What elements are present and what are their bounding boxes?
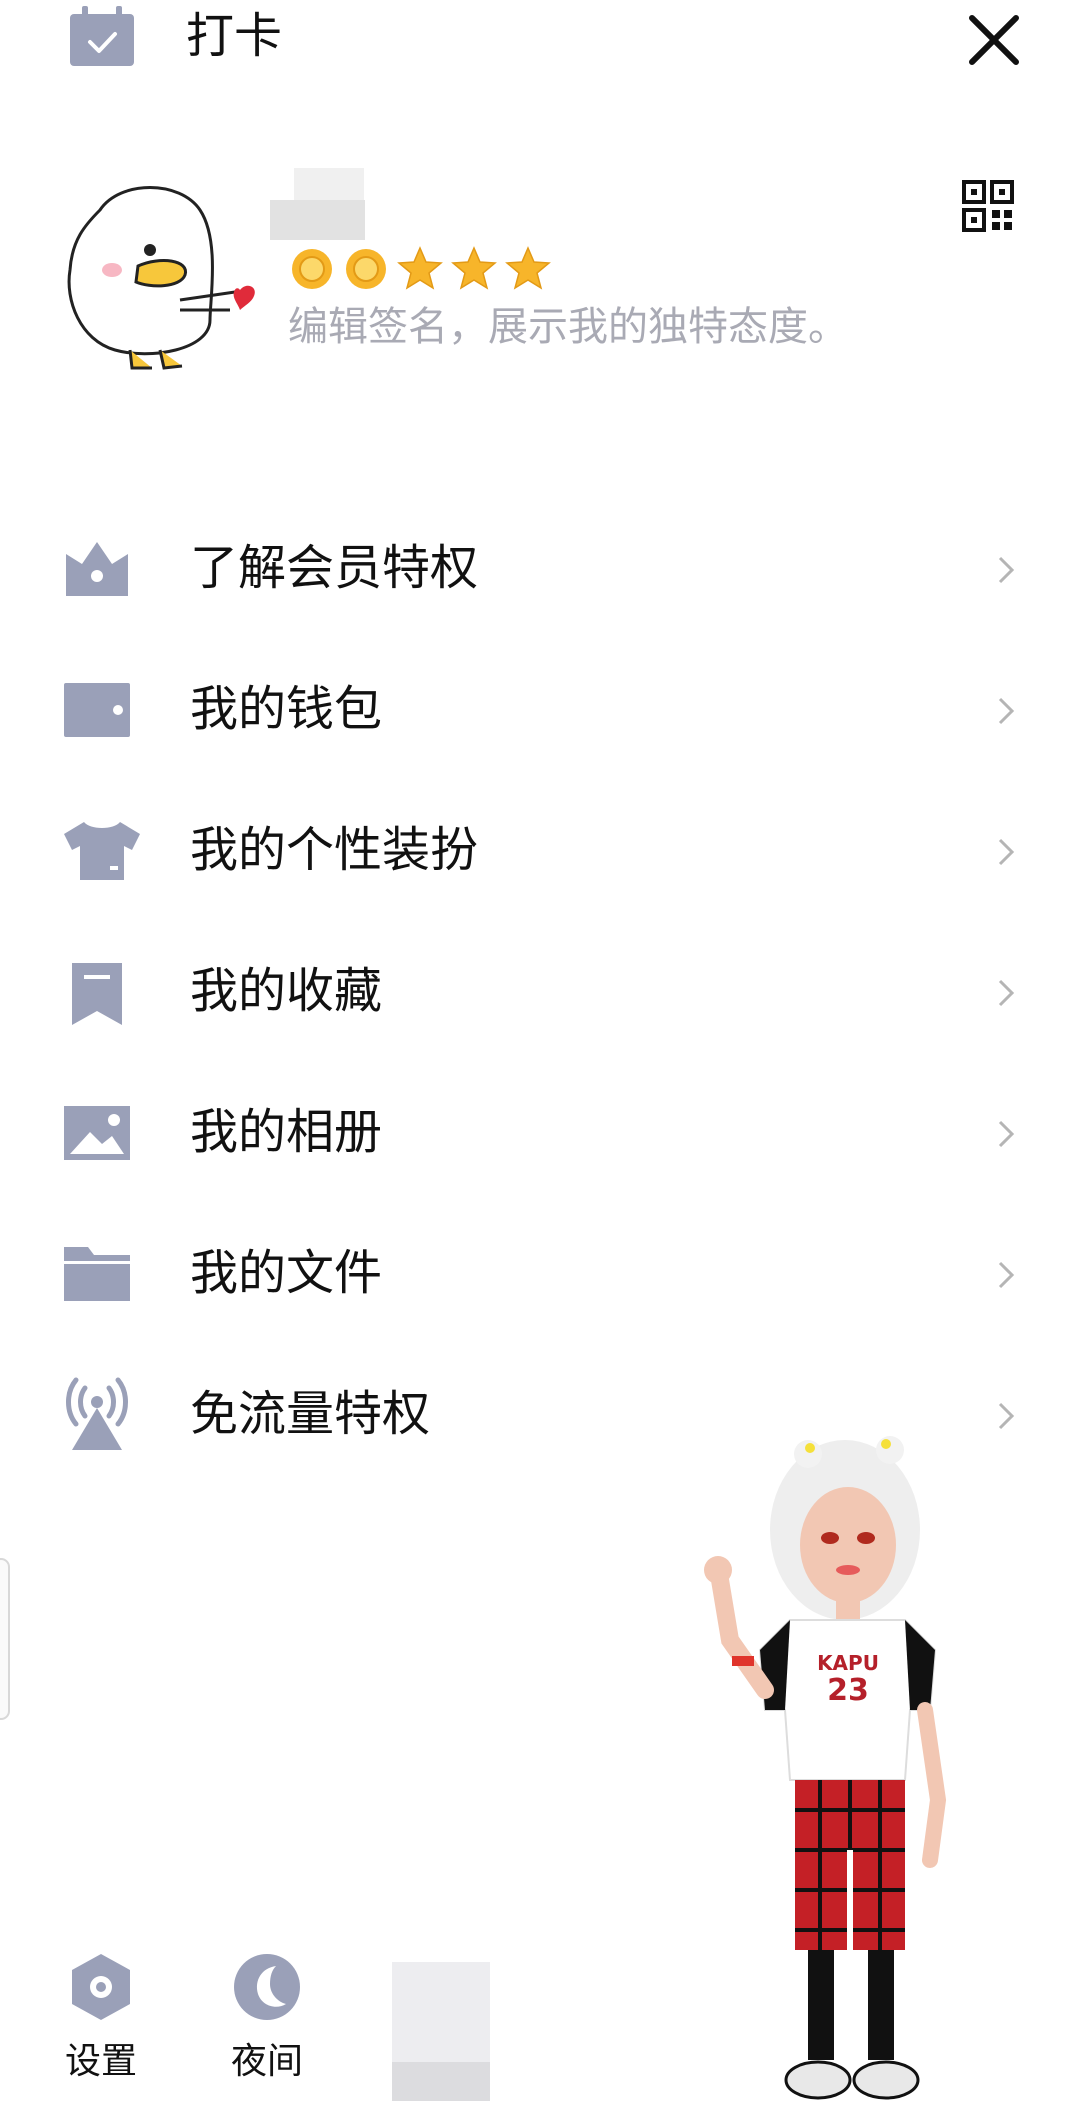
menu-item-personalization[interactable]: 我的个性装扮 xyxy=(0,780,1080,921)
sun-level-icon xyxy=(292,249,332,289)
close-button[interactable] xyxy=(958,4,1030,76)
drawer-handle[interactable] xyxy=(0,1558,10,1720)
menu-item-favorites[interactable]: 我的收藏 xyxy=(0,921,1080,1062)
menu-item-files[interactable]: 我的文件 xyxy=(0,1203,1080,1344)
settings-label: 设置 xyxy=(64,2041,137,2082)
top-bar: 打卡 xyxy=(0,0,1080,90)
profile-header: 编辑签名，展示我的独特态度。 xyxy=(0,150,1080,380)
star-level-icon xyxy=(397,246,443,290)
signature-text[interactable]: 编辑签名，展示我的独特态度。 xyxy=(288,300,848,354)
night-mode-button[interactable]: 夜间 xyxy=(212,1952,322,2086)
menu-list: 了解会员特权 我的钱包 我的个性装扮 我的收藏 我的相册 我的文件 免流量特权 xyxy=(0,498,1080,1485)
menu-item-label: 我的钱包 xyxy=(190,681,383,737)
checkin-label[interactable]: 打卡 xyxy=(186,4,282,68)
menu-item-album[interactable]: 我的相册 xyxy=(0,1062,1080,1203)
calendar-check-icon[interactable] xyxy=(68,6,136,68)
moon-icon xyxy=(234,1954,300,2020)
menu-item-label: 了解会员特权 xyxy=(190,540,479,596)
svg-text:KAPU: KAPU xyxy=(817,1651,879,1675)
night-label: 夜间 xyxy=(230,2041,303,2082)
close-icon xyxy=(969,15,1019,65)
bookmark-icon xyxy=(62,961,142,1027)
menu-item-wallet[interactable]: 我的钱包 xyxy=(0,639,1080,780)
qr-code-icon[interactable] xyxy=(962,180,1014,232)
menu-item-label: 我的个性装扮 xyxy=(190,822,479,878)
menu-item-vip-privileges[interactable]: 了解会员特权 xyxy=(0,498,1080,639)
menu-item-label: 我的文件 xyxy=(190,1245,383,1301)
star-level-icon xyxy=(505,246,551,290)
chevron-right-icon xyxy=(998,1261,1015,1289)
settings-button[interactable]: 设置 xyxy=(46,1952,156,2086)
image-icon xyxy=(62,1102,142,1168)
chevron-right-icon xyxy=(998,838,1015,866)
signal-tower-icon xyxy=(62,1372,142,1452)
menu-item-label: 我的相册 xyxy=(190,1104,383,1160)
folder-icon xyxy=(62,1243,142,1309)
sun-level-icon xyxy=(346,249,386,289)
redacted-placeholder xyxy=(392,1962,490,2101)
chevron-right-icon xyxy=(998,697,1015,725)
bottom-bar: 设置 夜间 xyxy=(0,1940,760,2101)
avatar[interactable] xyxy=(60,170,260,370)
username-redacted xyxy=(270,168,365,240)
menu-item-label: 我的收藏 xyxy=(190,963,383,1019)
crown-icon xyxy=(62,538,142,604)
chevron-right-icon xyxy=(998,1120,1015,1148)
wallet-icon xyxy=(62,679,142,745)
shirt-icon xyxy=(62,820,142,886)
chevron-right-icon xyxy=(998,979,1015,1007)
star-level-icon xyxy=(451,246,497,290)
svg-text:23: 23 xyxy=(827,1673,869,1708)
chevron-right-icon xyxy=(998,1402,1015,1430)
menu-item-label: 免流量特权 xyxy=(190,1386,431,1442)
chevron-right-icon xyxy=(998,556,1015,584)
level-stars[interactable] xyxy=(288,245,552,293)
settings-icon xyxy=(72,1954,130,2020)
